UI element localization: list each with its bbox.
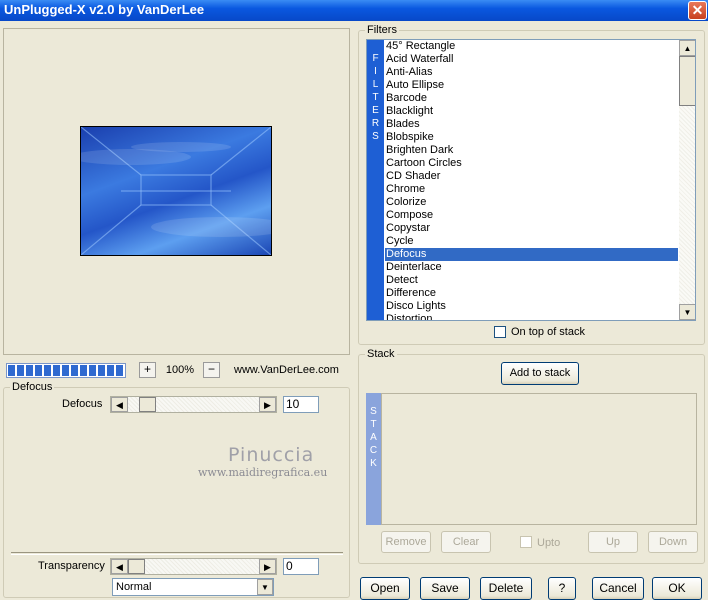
filters-strip-letter: R — [371, 118, 380, 129]
filter-item[interactable]: Anti-Alias — [385, 66, 678, 79]
open-button[interactable]: Open — [360, 577, 410, 600]
blend-mode-select[interactable]: Normal ▼ — [112, 578, 274, 596]
transparency-right-arrow[interactable]: ▶ — [259, 559, 276, 574]
zoom-in-button[interactable]: + — [139, 362, 156, 378]
transparency-label: Transparency — [38, 560, 105, 572]
filter-item[interactable]: Barcode — [385, 92, 678, 105]
cancel-button[interactable]: Cancel — [592, 577, 644, 600]
filter-item[interactable]: CD Shader — [385, 170, 678, 183]
filter-item[interactable]: Blobspike — [385, 131, 678, 144]
filter-item[interactable]: Colorize — [385, 196, 678, 209]
blend-mode-value: Normal — [116, 581, 152, 593]
divider — [11, 552, 343, 555]
filters-items: 45° Rectangle Acid Waterfall Anti-Alias Aut… — [385, 40, 678, 320]
filters-list[interactable]: FILTERS 45° Rectangle Acid Waterfall Anti-… — [366, 39, 696, 321]
preview-pattern — [81, 127, 271, 255]
scroll-thumb[interactable] — [679, 56, 695, 106]
filters-strip-letter: I — [374, 66, 377, 77]
defocus-thumb[interactable] — [139, 397, 156, 412]
stack-list[interactable] — [381, 393, 697, 525]
filter-item[interactable]: 45° Rectangle — [385, 40, 678, 53]
upto-checkbox[interactable] — [520, 536, 532, 548]
watermark-url: www.maidiregrafica.eu — [198, 466, 328, 479]
filter-item[interactable]: Detect — [385, 274, 678, 287]
remove-button[interactable]: Remove — [381, 531, 431, 553]
window-title: UnPlugged-X v2.0 by VanDerLee — [4, 2, 205, 17]
filter-item[interactable]: Chrome — [385, 183, 678, 196]
filter-item[interactable]: Disco Lights — [385, 300, 678, 313]
filters-strip-letter: L — [372, 79, 379, 90]
add-to-stack-button[interactable]: Add to stack — [501, 362, 579, 385]
transparency-thumb[interactable] — [128, 559, 145, 574]
up-button[interactable]: Up — [588, 531, 638, 553]
stack-group-title: Stack — [365, 348, 397, 360]
transparency-track[interactable] — [128, 559, 259, 574]
filters-strip-letter: E — [372, 105, 379, 116]
filter-item[interactable]: Blacklight — [385, 105, 678, 118]
stack-strip-letter: A — [370, 432, 377, 443]
zoom-out-button[interactable]: − — [203, 362, 220, 378]
stack-strip-letter: T — [370, 419, 377, 430]
progress-fill — [8, 365, 124, 376]
filters-scrollbar[interactable]: ▲ ▼ — [679, 40, 695, 320]
filter-item[interactable]: Auto Ellipse — [385, 79, 678, 92]
filter-item[interactable]: Blades — [385, 118, 678, 131]
watermark-name: Pinuccia — [228, 444, 315, 466]
close-button[interactable]: ✕ — [688, 1, 707, 20]
close-icon: ✕ — [691, 2, 704, 18]
stack-strip-letter: S — [370, 406, 377, 417]
scroll-down-arrow[interactable]: ▼ — [679, 304, 695, 320]
stack-strip-letter: K — [370, 458, 377, 469]
filter-item[interactable]: Cycle — [385, 235, 678, 248]
filters-strip-letter: F — [372, 53, 379, 64]
progress-bar — [6, 363, 126, 378]
transparency-value-input[interactable]: 0 — [283, 558, 319, 575]
filter-item[interactable]: Brighten Dark — [385, 144, 678, 157]
filter-item[interactable]: Cartoon Circles — [385, 157, 678, 170]
chevron-down-icon[interactable]: ▼ — [257, 579, 273, 595]
filter-item[interactable]: Difference — [385, 287, 678, 300]
stack-strip: STACK — [366, 393, 381, 525]
help-button[interactable]: ? — [548, 577, 576, 600]
upto-label: Upto — [537, 537, 561, 549]
filter-item[interactable]: Defocus — [385, 248, 678, 261]
defocus-label: Defocus — [62, 398, 103, 410]
save-button[interactable]: Save — [420, 577, 470, 600]
stack-strip-letter: C — [369, 445, 378, 456]
filters-strip: FILTERS — [367, 40, 384, 320]
parameters-group-title: Defocus — [10, 381, 55, 393]
filters-strip-letter: T — [372, 92, 379, 103]
filters-group-title: Filters — [365, 24, 399, 36]
defocus-value-input[interactable]: 10 — [283, 396, 319, 413]
on-top-label: On top of stack — [511, 326, 585, 338]
filter-item[interactable]: Deinterlace — [385, 261, 678, 274]
on-top-checkbox[interactable] — [494, 326, 506, 338]
clear-button[interactable]: Clear — [441, 531, 491, 553]
transparency-left-arrow[interactable]: ◀ — [111, 559, 128, 574]
down-button[interactable]: Down — [648, 531, 698, 553]
transparency-slider[interactable]: ◀ ▶ — [110, 558, 277, 575]
filter-item[interactable]: Compose — [385, 209, 678, 222]
website-link[interactable]: www.VanDerLee.com — [234, 364, 339, 376]
defocus-left-arrow[interactable]: ◀ — [111, 397, 128, 412]
preview-image — [80, 126, 272, 256]
filter-item[interactable]: Distortion — [385, 313, 678, 320]
defocus-right-arrow[interactable]: ▶ — [259, 397, 276, 412]
delete-button[interactable]: Delete — [480, 577, 532, 600]
ok-button[interactable]: OK — [652, 577, 702, 600]
filter-item[interactable]: Copystar — [385, 222, 678, 235]
zoom-level: 100% — [165, 364, 195, 376]
scroll-up-arrow[interactable]: ▲ — [679, 40, 695, 56]
filters-strip-letter: S — [372, 131, 379, 142]
defocus-slider[interactable]: ◀ ▶ — [110, 396, 277, 413]
filter-item[interactable]: Acid Waterfall — [385, 53, 678, 66]
